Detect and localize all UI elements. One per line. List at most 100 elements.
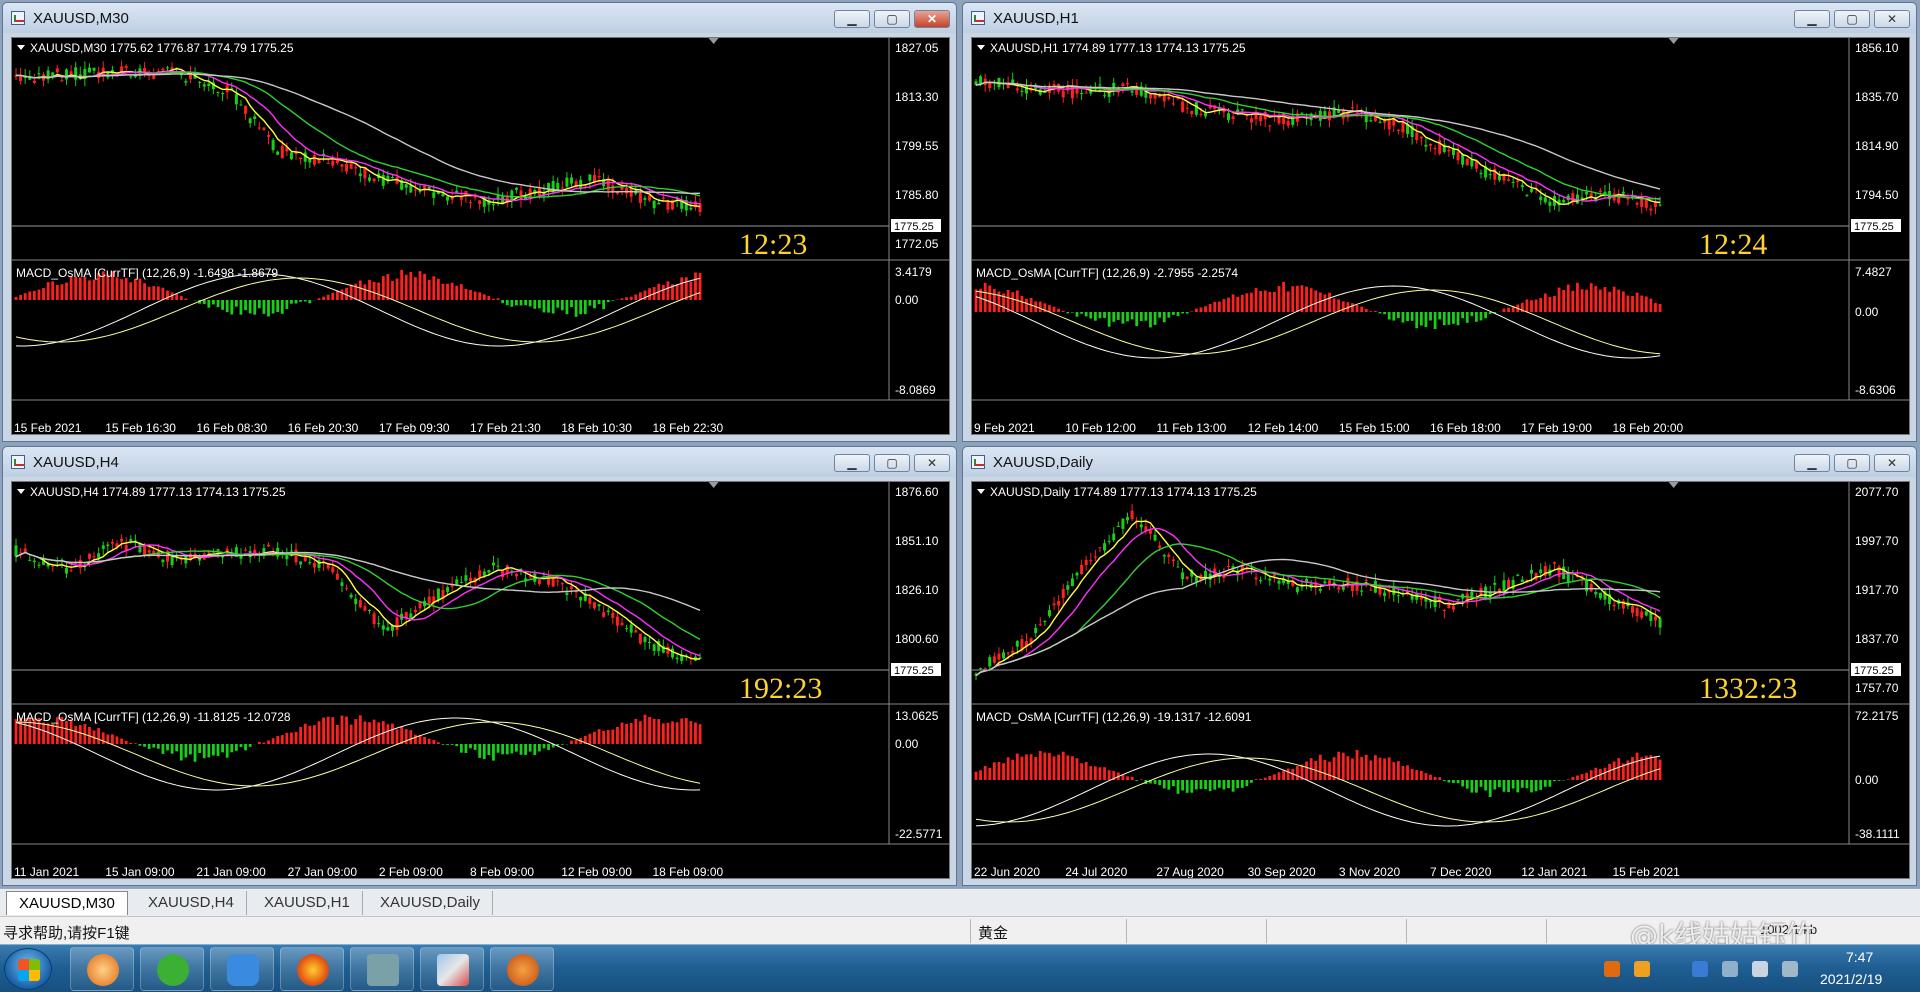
date-tick-label: 30 Sep 2020 xyxy=(1248,865,1316,879)
taskbar-app-3[interactable] xyxy=(210,947,274,991)
chart-window-3[interactable]: XAUUSD,H4 ▁ ▢ ✕ 1775.25 XAUUSD,H4 1774.89 177… xyxy=(2,446,957,886)
minimize-button[interactable]: ▁ xyxy=(1794,454,1830,472)
candle-body xyxy=(1631,606,1635,613)
macd-histogram-bar xyxy=(694,722,697,744)
macd-histogram-bar xyxy=(1254,288,1258,312)
macd-histogram-bar xyxy=(1015,753,1019,780)
signal-icon[interactable] xyxy=(1782,961,1798,977)
minimize-button[interactable]: ▁ xyxy=(1794,10,1830,28)
candle-body xyxy=(1419,597,1423,600)
network-icon[interactable] xyxy=(1722,961,1738,977)
taskbar-app-1[interactable] xyxy=(70,947,134,991)
macd-histogram-bar xyxy=(1025,754,1028,780)
chart-canvas[interactable]: 1775.25 XAUUSD,M30 1775.62 1776.87 1774.7… xyxy=(11,37,950,435)
taskbar-firefox[interactable] xyxy=(280,947,344,991)
macd-histogram-bar xyxy=(1277,286,1281,312)
status-divider xyxy=(970,919,971,943)
macd-histogram-bar xyxy=(1534,780,1538,792)
window-titlebar[interactable]: XAUUSD,H4 ▁ ▢ ✕ xyxy=(3,447,956,477)
chart-window-4[interactable]: XAUUSD,Daily ▁ ▢ ✕ 1775.25 XAUUSD,Daily 1774.… xyxy=(962,446,1917,886)
window-titlebar[interactable]: XAUUSD,Daily ▁ ▢ ✕ xyxy=(963,447,1916,477)
tab-xauusd-h1[interactable]: XAUUSD,H1 xyxy=(252,891,363,915)
close-button[interactable]: ✕ xyxy=(1874,10,1910,28)
macd-histogram-bar xyxy=(997,761,1001,780)
minimize-button[interactable]: ▁ xyxy=(834,454,870,472)
macd-histogram-bar xyxy=(1227,780,1230,789)
macd-histogram-bar xyxy=(1295,285,1299,312)
maximize-button[interactable]: ▢ xyxy=(874,10,910,28)
candle-body xyxy=(1103,95,1107,97)
macd-signal-line xyxy=(15,277,701,343)
candle-body xyxy=(267,135,271,137)
macd-histogram-bar xyxy=(556,300,560,308)
minimize-button[interactable]: ▁ xyxy=(834,10,870,28)
candle-body xyxy=(1470,159,1474,167)
candle-body xyxy=(1479,172,1483,175)
candle-body xyxy=(1227,113,1231,120)
taskbar-app-5[interactable] xyxy=(350,947,414,991)
macd-histogram-bar xyxy=(1649,298,1653,312)
macd-histogram-bar xyxy=(1135,780,1139,781)
window-titlebar[interactable]: XAUUSD,H1 ▁ ▢ ✕ xyxy=(963,3,1916,33)
macd-histogram-bar xyxy=(138,744,142,746)
macd-histogram-bar xyxy=(143,283,146,300)
chart-window-1[interactable]: XAUUSD,M30 ▁ ▢ ✕ 1775.25 XAUUSD,M30 1775.62 1… xyxy=(2,2,957,442)
tab-xauusd-h4[interactable]: XAUUSD,H4 xyxy=(136,891,247,915)
taskbar-wechat[interactable] xyxy=(140,947,204,991)
maximize-button[interactable]: ▢ xyxy=(1834,10,1870,28)
candle-body xyxy=(156,551,160,558)
candle-body xyxy=(1227,565,1231,567)
tab-xauusd-m30[interactable]: XAUUSD,M30 xyxy=(6,891,128,915)
start-button[interactable] xyxy=(4,948,52,990)
candle-body xyxy=(253,116,257,120)
tab-xauusd-daily[interactable]: XAUUSD,Daily xyxy=(368,891,494,915)
speaker-icon[interactable] xyxy=(1752,961,1768,977)
clock-date[interactable]: 2021/2/19 xyxy=(1820,971,1882,987)
candle-body xyxy=(556,182,560,191)
candle-body xyxy=(147,550,151,553)
candle-body xyxy=(1153,534,1157,541)
window-titlebar[interactable]: XAUUSD,M30 ▁ ▢ ✕ xyxy=(3,3,956,33)
macd-histogram-bar xyxy=(221,744,224,753)
macd-histogram-bar xyxy=(290,300,293,304)
macd-histogram-bar xyxy=(244,744,247,751)
macd-tick-label: -38.1111 xyxy=(1855,827,1900,841)
candle-body xyxy=(1204,113,1208,117)
macd-histogram-bar xyxy=(372,281,376,300)
candle-body xyxy=(1194,576,1198,582)
close-button[interactable]: ✕ xyxy=(1874,454,1910,472)
candle-body xyxy=(1433,147,1437,149)
macd-histogram-bar xyxy=(1314,290,1318,312)
candle-body xyxy=(409,185,413,193)
candle-body xyxy=(611,612,615,618)
candle-body xyxy=(1176,566,1180,568)
tray-app-icon[interactable] xyxy=(1604,961,1620,977)
macd-histogram-bar xyxy=(1075,758,1079,780)
macd-histogram-bar xyxy=(1282,281,1285,312)
clock-time[interactable]: 7:47 xyxy=(1846,949,1873,965)
chart-canvas[interactable]: 1775.25 XAUUSD,Daily 1774.89 1777.13 1774… xyxy=(971,481,1910,879)
taskbar-app-7[interactable] xyxy=(490,947,554,991)
shield-icon[interactable] xyxy=(1692,961,1708,977)
macd-histogram-bar xyxy=(1273,291,1276,312)
macd-histogram-bar xyxy=(478,292,482,300)
macd-histogram-bar xyxy=(680,277,684,300)
macd-histogram-bar xyxy=(322,717,325,744)
tray-firefox-icon[interactable] xyxy=(1634,961,1650,977)
macd-tick-label: 0.00 xyxy=(895,293,919,307)
date-tick-label: 27 Jan 09:00 xyxy=(288,865,358,879)
ninja-app-icon xyxy=(507,954,539,986)
taskbar-metatrader[interactable] xyxy=(420,947,484,991)
macd-histogram-bar xyxy=(1617,289,1621,312)
candle-body xyxy=(368,609,372,611)
maximize-button[interactable]: ▢ xyxy=(874,454,910,472)
chart-canvas[interactable]: 1775.25 XAUUSD,H4 1774.89 1777.13 1774.13… xyxy=(11,481,950,879)
chart-window-2[interactable]: XAUUSD,H1 ▁ ▢ ✕ 1775.25 XAUUSD,H1 1774.89 177… xyxy=(962,2,1917,442)
macd-histogram-bar xyxy=(1534,299,1538,312)
close-button[interactable]: ✕ xyxy=(914,10,950,28)
maximize-button[interactable]: ▢ xyxy=(1834,454,1870,472)
close-button[interactable]: ✕ xyxy=(914,454,950,472)
macd-line xyxy=(15,717,701,791)
macd-histogram-bar xyxy=(1130,776,1134,780)
chart-canvas[interactable]: 1775.25 XAUUSD,H1 1774.89 1777.13 1774.13… xyxy=(971,37,1910,435)
